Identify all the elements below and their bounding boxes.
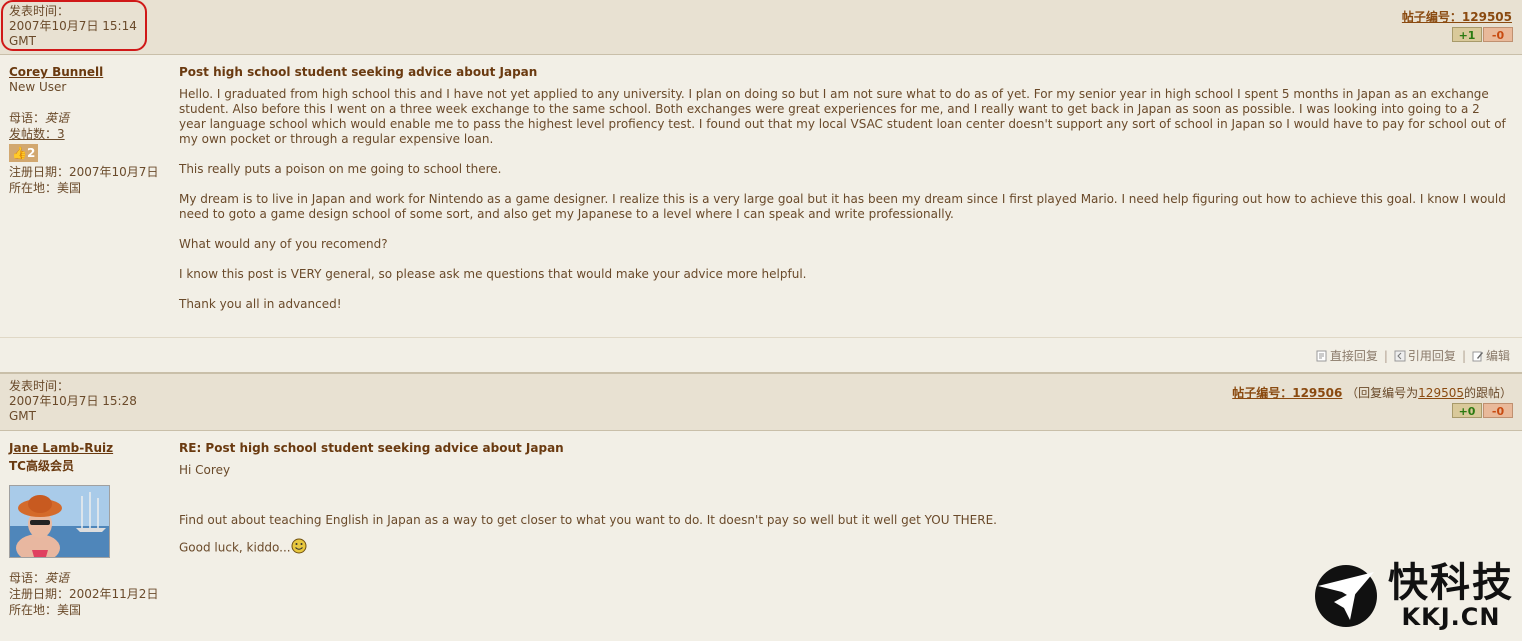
post2-closing: Good luck, kiddo... bbox=[179, 538, 1509, 558]
post1-header: 发表时间： 2007年10月7日 15:14 GMT 帖子编号：129505 +… bbox=[0, 0, 1522, 55]
vote-down-button[interactable]: -0 bbox=[1483, 403, 1513, 418]
post1-location: 所在地：美国 bbox=[9, 181, 82, 195]
paragraph: I know this post is VERY general, so ple… bbox=[179, 267, 807, 281]
paragraph: Thank you all in advanced! bbox=[179, 297, 342, 311]
post2-user-info: 母语：英语 注册日期：2002年11月2日 所在地：美国 bbox=[9, 570, 159, 618]
direct-reply-button[interactable]: 直接回复 bbox=[1316, 347, 1378, 364]
post2-time-tz: GMT bbox=[9, 409, 36, 423]
post1-votes: +1 -0 bbox=[1452, 27, 1513, 42]
post1-time-label: 发表时间： bbox=[9, 4, 70, 18]
edit-icon bbox=[1472, 351, 1483, 361]
post1-content: Hello. I graduated from high school this… bbox=[179, 87, 1509, 327]
paragraph: Hello. I graduated from high school this… bbox=[179, 87, 1506, 146]
post2-greeting: Hi Corey bbox=[179, 463, 231, 477]
avatar bbox=[9, 485, 110, 558]
post2-user-rank: TC高级会员 bbox=[9, 459, 74, 473]
post1-number: 帖子编号：129505 bbox=[1402, 8, 1512, 25]
thumbs-up-icon: 👍 bbox=[12, 146, 27, 160]
quote-reply-button[interactable]: 引用回复 bbox=[1394, 347, 1456, 364]
post1-user-name[interactable]: Corey Bunnell bbox=[9, 65, 103, 79]
post2-content: Hi Corey Find out about teaching English… bbox=[179, 463, 1509, 558]
post1-user-rank: New User bbox=[9, 80, 67, 94]
post1-time-value: 2007年10月7日 15:14 bbox=[9, 19, 137, 33]
post2-location: 所在地：美国 bbox=[9, 603, 82, 617]
edit-button[interactable]: 编辑 bbox=[1472, 347, 1510, 364]
post2-header: 发表时间： 2007年10月7日 15:28 GMT 帖子编号：129506 （… bbox=[0, 374, 1522, 431]
vote-up-button[interactable]: +1 bbox=[1452, 27, 1482, 42]
post1-number-link[interactable]: 帖子编号：129505 bbox=[1402, 10, 1512, 24]
kkj-logo-icon bbox=[1315, 565, 1377, 627]
post2-number-link[interactable]: 帖子编号：129506 bbox=[1232, 386, 1342, 400]
watermark-cn: 快科技 bbox=[1388, 560, 1514, 606]
vote-down-button[interactable]: -0 bbox=[1483, 27, 1513, 42]
post2-title: RE: Post high school student seeking adv… bbox=[179, 441, 564, 455]
post2-time-label: 发表时间： bbox=[9, 379, 70, 393]
quote-icon bbox=[1394, 350, 1406, 361]
post1-user-info: 母语：英语 发帖数：3 👍 2 注册日期：2007年10月7日 所在地：美国 bbox=[9, 110, 159, 196]
thumbs-badge: 👍 2 bbox=[9, 142, 159, 164]
post2-user-name[interactable]: Jane Lamb-Ruiz bbox=[9, 441, 113, 455]
post1-body: Corey Bunnell New User 母语：英语 发帖数：3 👍 2 注册… bbox=[0, 55, 1522, 374]
post2-native-language: 母语：英语 bbox=[9, 571, 70, 585]
post2-register-date: 注册日期：2002年11月2日 bbox=[9, 587, 159, 601]
reply-icon bbox=[1316, 350, 1327, 361]
post2-number: 帖子编号：129506 （回复编号为129505的跟帖） bbox=[1232, 386, 1512, 400]
smiley-icon bbox=[291, 538, 307, 558]
reply-to-link[interactable]: 129505 bbox=[1418, 386, 1464, 400]
vote-up-button[interactable]: +0 bbox=[1452, 403, 1482, 418]
divider bbox=[0, 337, 1522, 338]
watermark-logo: 快科技 KKJ.CN bbox=[1312, 562, 1514, 630]
post1-post-count[interactable]: 发帖数：3 bbox=[9, 126, 159, 142]
paragraph: My dream is to live in Japan and work fo… bbox=[179, 192, 1506, 221]
paragraph: What would any of you recomend? bbox=[179, 237, 388, 251]
post2-body: Jane Lamb-Ruiz TC高级会员 母语：英语 注册日期：2002年11… bbox=[0, 431, 1522, 641]
post2-body-text: Find out about teaching English in Japan… bbox=[179, 513, 997, 527]
post1-actions: 直接回复 | 引用回复 | 编辑 bbox=[1316, 347, 1510, 364]
post2-votes: +0 -0 bbox=[1452, 403, 1513, 418]
watermark-en: KKJ.CN bbox=[1401, 603, 1501, 631]
post1-native-language: 母语：英语 bbox=[9, 111, 70, 125]
paragraph: This really puts a poison on me going to… bbox=[179, 162, 502, 176]
post2-time: 发表时间： 2007年10月7日 15:28 GMT bbox=[9, 379, 137, 424]
post2-time-value: 2007年10月7日 15:28 bbox=[9, 394, 137, 408]
post1-time: 发表时间： 2007年10月7日 15:14 GMT bbox=[9, 4, 137, 49]
post1-time-tz: GMT bbox=[9, 34, 36, 48]
post1-title: Post high school student seeking advice … bbox=[179, 65, 538, 79]
post1-register-date: 注册日期：2007年10月7日 bbox=[9, 165, 159, 179]
